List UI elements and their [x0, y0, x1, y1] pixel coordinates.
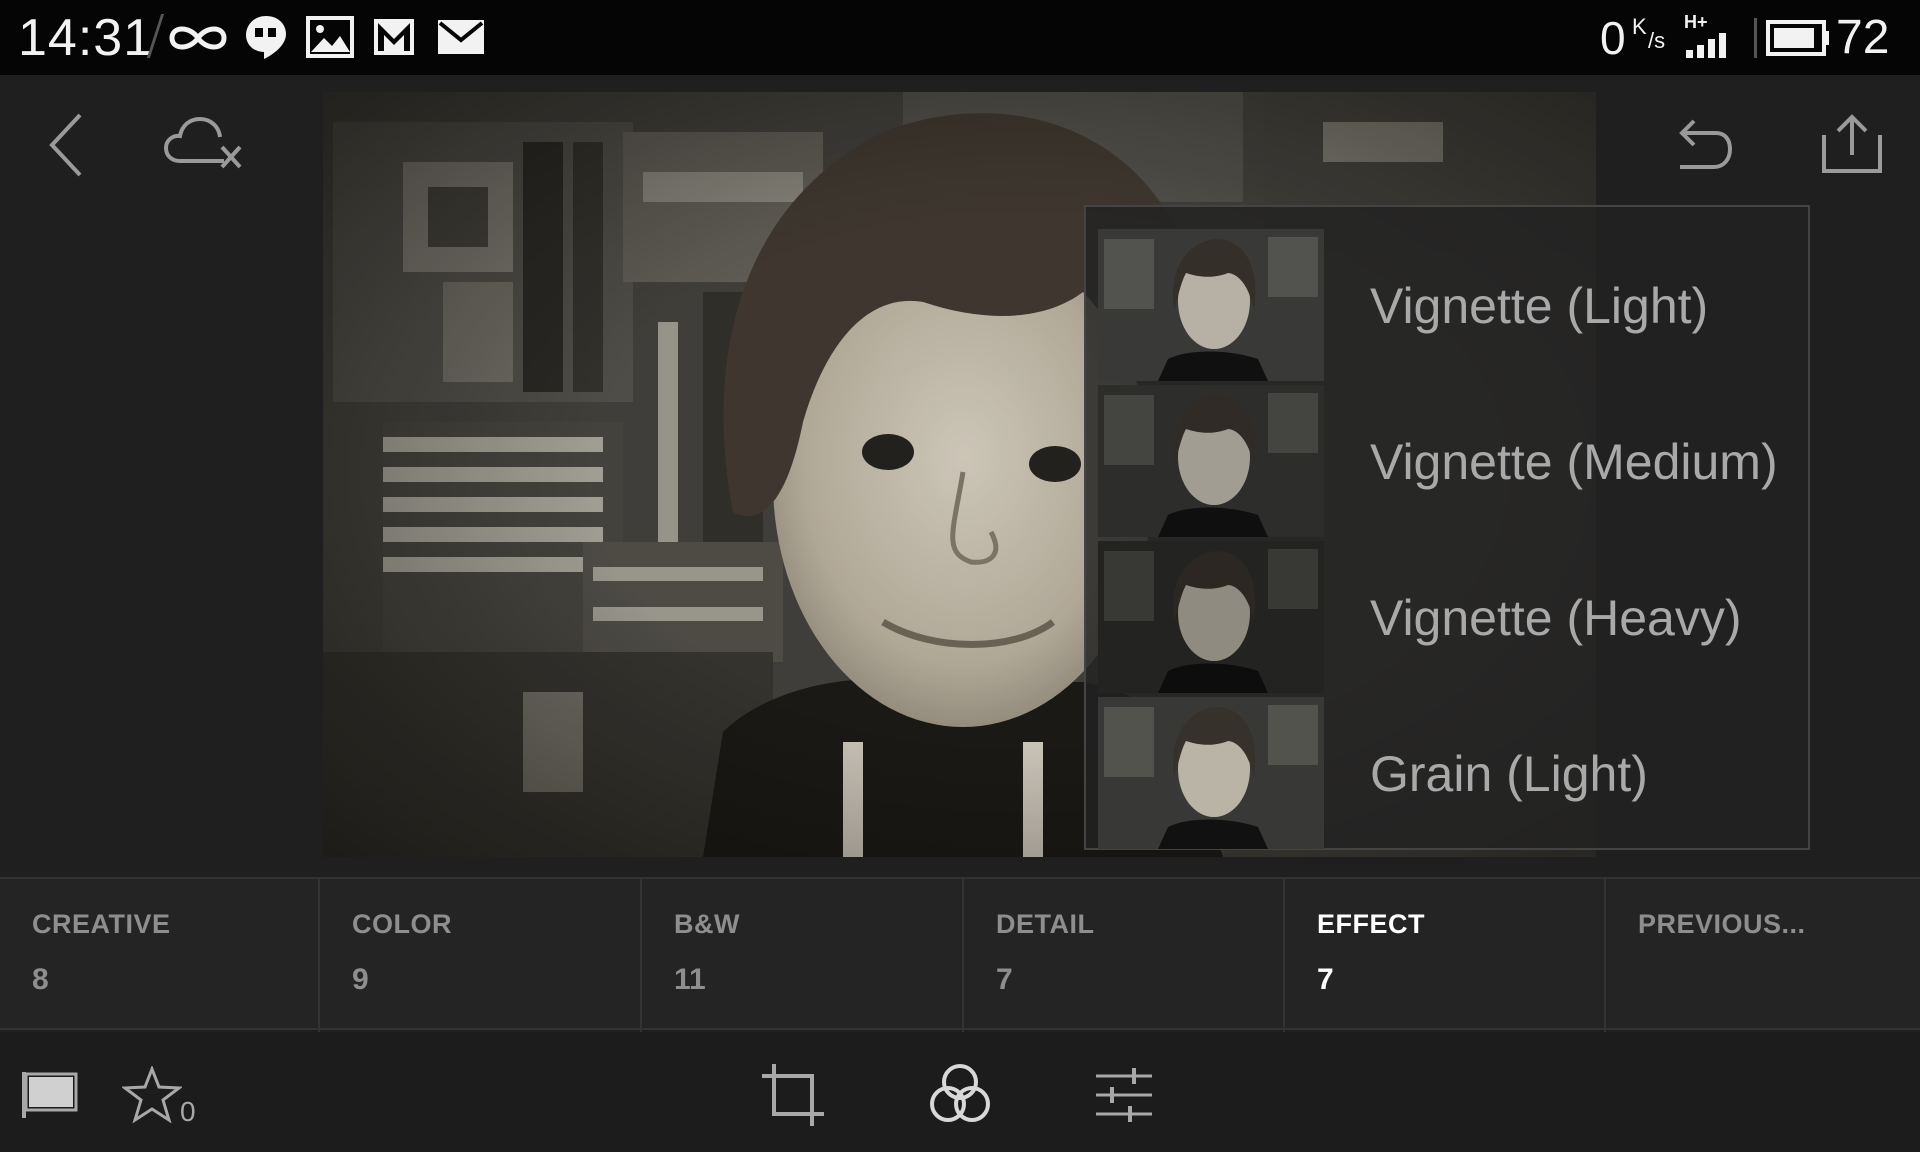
preset-label: Vignette (Light) [1370, 278, 1709, 334]
email-icon [438, 20, 484, 54]
tab-label: COLOR [352, 909, 452, 939]
tab-count: 11 [674, 963, 706, 996]
status-separator-2 [1754, 18, 1757, 58]
preset-label: Grain (Light) [1370, 746, 1648, 802]
tab-color[interactable]: COLOR 9 [320, 879, 642, 1032]
infinity-icon [169, 26, 227, 50]
tab-effect[interactable]: EFFECT 7 [1285, 879, 1606, 1032]
preset-item[interactable]: Grain (Light) [1098, 697, 1808, 852]
preset-list-panel[interactable]: Vignette (Light) Vignette (Medium) Vigne… [1084, 205, 1810, 850]
preset-thumbnail [1098, 541, 1324, 693]
preset-label: Vignette (Medium) [1370, 434, 1778, 490]
preset-item[interactable]: Vignette (Heavy) [1098, 541, 1808, 696]
tab-label: CREATIVE [32, 909, 171, 939]
presets-icon[interactable] [928, 1062, 992, 1126]
adjustments-icon[interactable] [1094, 1066, 1154, 1124]
crop-icon[interactable] [760, 1062, 826, 1128]
battery-icon [1766, 20, 1829, 56]
rating-count: 0 [180, 1096, 196, 1127]
gmail-icon [374, 19, 414, 55]
preset-thumbnail [1098, 385, 1324, 537]
cloud-sync-off-icon[interactable] [164, 115, 244, 173]
signal-icon [1686, 33, 1726, 58]
preset-thumbnail [1098, 697, 1324, 849]
status-time: 14:31 [18, 9, 154, 67]
battery-level: 72 [1836, 11, 1890, 64]
tab-label: DETAIL [996, 909, 1095, 939]
star-rating-icon[interactable] [122, 1066, 182, 1124]
tab-count: 7 [1317, 963, 1334, 996]
editor-area: Vignette (Light) Vignette (Medium) Vigne… [0, 75, 1920, 877]
tab-label: EFFECT [1317, 909, 1425, 939]
status-bar: 14:31 0 K /s H+ 72 [0, 0, 1920, 75]
net-speed-unit-bottom: /s [1648, 28, 1666, 53]
gallery-icon [306, 16, 354, 58]
tab-creative[interactable]: CREATIVE 8 [0, 879, 320, 1032]
preset-category-tabs: CREATIVE 8 COLOR 9 B&W 11 DETAIL 7 EFFEC… [0, 877, 1920, 1032]
flag-icon[interactable] [20, 1070, 80, 1120]
back-icon[interactable] [44, 111, 88, 179]
preset-thumbnail [1098, 229, 1324, 381]
tab-label: B&W [674, 909, 740, 939]
tab-count: 7 [996, 963, 1013, 996]
net-speed-unit-top: K [1632, 14, 1647, 39]
share-icon[interactable] [1820, 111, 1884, 175]
preset-item[interactable]: Vignette (Light) [1098, 229, 1808, 384]
hangouts-icon [246, 16, 286, 59]
undo-icon[interactable] [1670, 115, 1734, 175]
tab-count: 8 [32, 963, 49, 996]
tab-bw[interactable]: B&W 11 [642, 879, 964, 1032]
tab-count: 9 [352, 963, 369, 996]
lightroom-app: 14:31 0 K /s H+ 72 Vignette (Light) Vign… [0, 0, 1920, 1152]
tab-previous[interactable]: PREVIOUS... [1606, 879, 1920, 1032]
preset-item[interactable]: Vignette (Medium) [1098, 385, 1808, 540]
bottom-toolbar: 0 [0, 1032, 1920, 1152]
preset-label: Vignette (Heavy) [1370, 590, 1742, 646]
tab-detail[interactable]: DETAIL 7 [964, 879, 1285, 1032]
net-speed-value: 0 [1600, 12, 1626, 64]
tab-label: PREVIOUS... [1638, 909, 1806, 939]
